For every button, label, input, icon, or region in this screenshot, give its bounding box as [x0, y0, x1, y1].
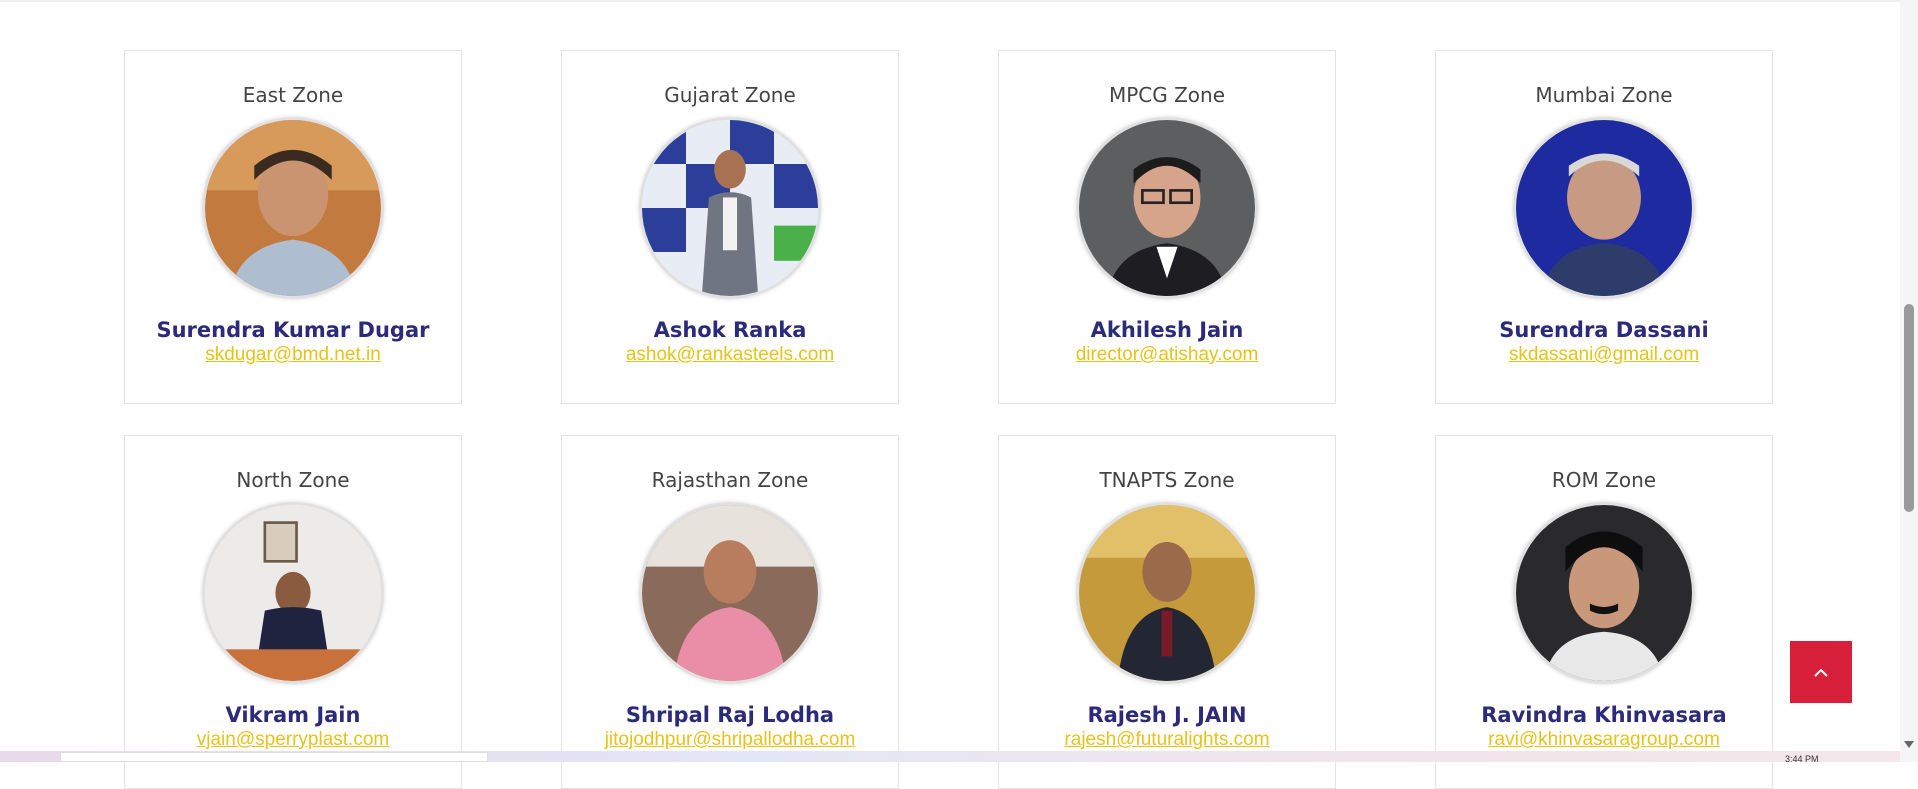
avatar [1076, 502, 1258, 684]
zone-title: North Zone [236, 468, 350, 492]
taskbar-clock: 3:44 PM [1785, 754, 1819, 764]
zone-card-rajasthan: Rajasthan Zone Shripal Raj Lodha jitojod… [561, 435, 899, 789]
avatar [202, 502, 384, 684]
back-to-top-button[interactable] [1790, 641, 1852, 703]
zone-cards-grid: East Zone Surendra Kumar Dugar skdugar@b… [124, 50, 1775, 789]
scroll-down-arrow-icon[interactable] [1904, 741, 1914, 748]
taskbar-window-preview[interactable] [60, 752, 488, 762]
zone-title: TNAPTS Zone [1099, 468, 1235, 492]
zone-card-mpcg: MPCG Zone Akhilesh Jain director@atishay… [998, 50, 1336, 404]
zone-title: East Zone [242, 83, 344, 107]
member-name: Ravindra Khinvasara [1481, 703, 1727, 727]
vertical-scrollbar[interactable] [1900, 0, 1918, 762]
avatar [1513, 502, 1695, 684]
member-name: Akhilesh Jain [1090, 318, 1244, 342]
avatar [639, 117, 821, 299]
zone-card-gujarat: Gujarat Zone Ashok Ranka ashok@rankastee… [561, 50, 899, 404]
member-name: Rajesh J. JAIN [1087, 703, 1247, 727]
email-link[interactable]: director@atishay.com [999, 343, 1335, 367]
avatar [1076, 117, 1258, 299]
avatar [1513, 117, 1695, 299]
email-link[interactable]: ravi@khinvasaragroup.com [1436, 728, 1772, 752]
zone-title: Rajasthan Zone [651, 468, 809, 492]
email-link[interactable]: skdassani@gmail.com [1436, 343, 1772, 367]
zone-title: Mumbai Zone [1535, 83, 1673, 107]
email-link[interactable]: rajesh@futuralights.com [999, 728, 1335, 752]
zone-title: MPCG Zone [1108, 83, 1226, 107]
chevron-up-icon [1814, 668, 1828, 677]
zone-card-rom: ROM Zone Ravindra Khinvasara ravi@khinva… [1435, 435, 1773, 789]
member-name: Surendra Kumar Dugar [156, 318, 430, 342]
email-link[interactable]: vjain@sperryplast.com [125, 728, 461, 752]
zone-card-east: East Zone Surendra Kumar Dugar skdugar@b… [124, 50, 462, 404]
page-top-divider [0, 0, 1900, 2]
zone-card-north: North Zone Vikram Jain vjain@sperryplast… [124, 435, 462, 789]
email-link[interactable]: skdugar@bmd.net.in [125, 343, 461, 367]
member-name: Vikram Jain [225, 703, 361, 727]
email-link[interactable]: jitojodhpur@shripallodha.com [562, 728, 898, 752]
member-name: Ashok Ranka [653, 318, 807, 342]
zone-card-tnapts: TNAPTS Zone Rajesh J. JAIN rajesh@futura… [998, 435, 1336, 789]
member-name: Surendra Dassani [1499, 318, 1709, 342]
member-name: Shripal Raj Lodha [625, 703, 835, 727]
zone-title: ROM Zone [1551, 468, 1657, 492]
email-link[interactable]: ashok@rankasteels.com [562, 343, 898, 367]
zone-card-mumbai: Mumbai Zone Surendra Dassani skdassani@g… [1435, 50, 1773, 404]
zone-title: Gujarat Zone [664, 83, 796, 107]
scrollbar-thumb[interactable] [1904, 304, 1914, 512]
avatar [639, 502, 821, 684]
avatar [202, 117, 384, 299]
